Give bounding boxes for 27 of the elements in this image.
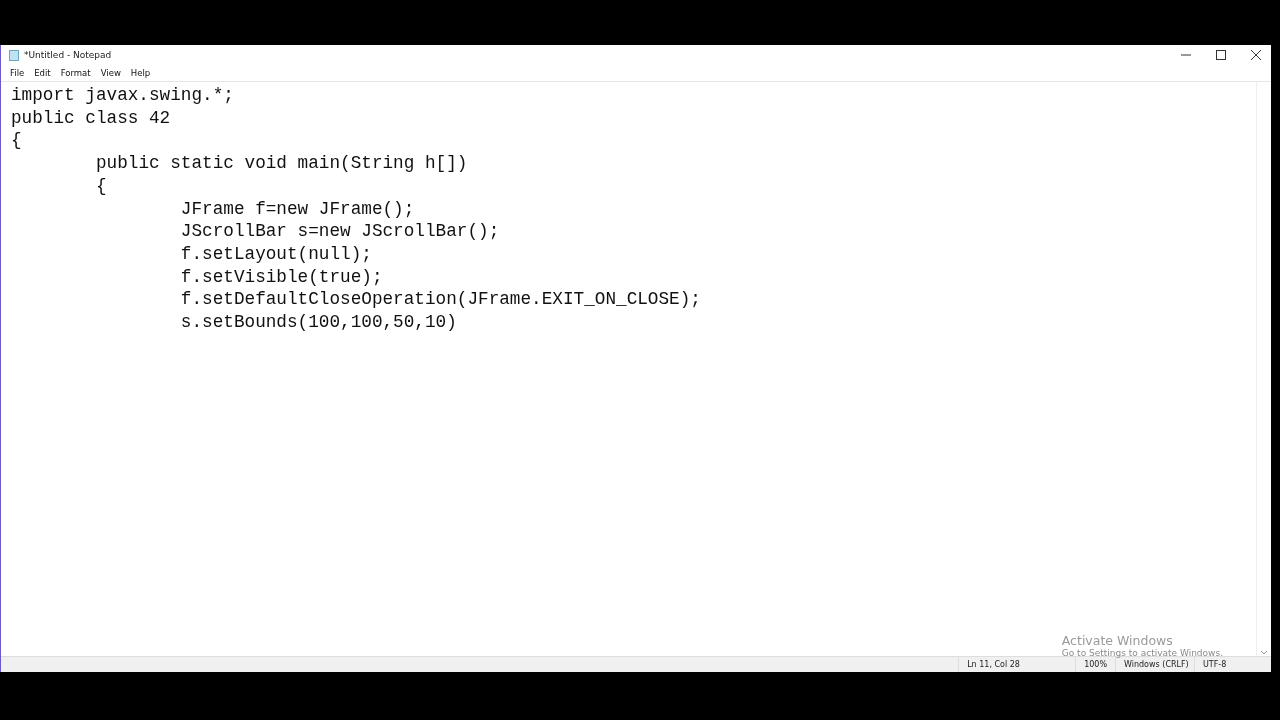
code-line: public static void main(String h[]) bbox=[94, 152, 468, 175]
activation-title: Activate Windows bbox=[1061, 633, 1174, 648]
status-field: Ln 11, Col 28 bbox=[958, 657, 1076, 672]
maximize-icon bbox=[1216, 50, 1226, 60]
code-line: s.setBounds(100,100,50,10) bbox=[179, 311, 457, 334]
activation-subtitle: Go to Settings to activate Windows. bbox=[1061, 648, 1223, 656]
code-line: f.setLayout(null); bbox=[179, 242, 372, 266]
code-line: f.setVisible(true); bbox=[179, 265, 383, 289]
code-line: { bbox=[94, 174, 107, 198]
status-field: Windows (CRLF) bbox=[1115, 657, 1194, 672]
status-field: 100% bbox=[1075, 657, 1115, 672]
menu-item[interactable]: Edit bbox=[29, 68, 56, 78]
menu-item[interactable]: Format bbox=[55, 68, 96, 78]
close-icon bbox=[1251, 50, 1261, 60]
code-line: JScrollBar s=new JScrollBar(); bbox=[179, 220, 500, 243]
notepad-icon bbox=[9, 49, 19, 61]
menu-item[interactable]: Help bbox=[125, 68, 156, 78]
code-line: { bbox=[11, 129, 22, 153]
menu-item[interactable]: View bbox=[95, 68, 126, 78]
code-line: import javax.swing.*; bbox=[11, 84, 234, 107]
code-line: JFrame f=new JFrame(); bbox=[179, 197, 415, 221]
code-line: public class 42 bbox=[11, 106, 171, 130]
code-line: f.setDefaultCloseOperation(JFrame.EXIT_ON_CLOSE); bbox=[179, 288, 701, 312]
scroll-down-icon[interactable] bbox=[1260, 650, 1268, 656]
status-field: UTF-8 bbox=[1194, 657, 1271, 672]
menu-item[interactable]: File bbox=[5, 68, 30, 78]
window-title: *Untitled - Notepad bbox=[24, 50, 112, 60]
